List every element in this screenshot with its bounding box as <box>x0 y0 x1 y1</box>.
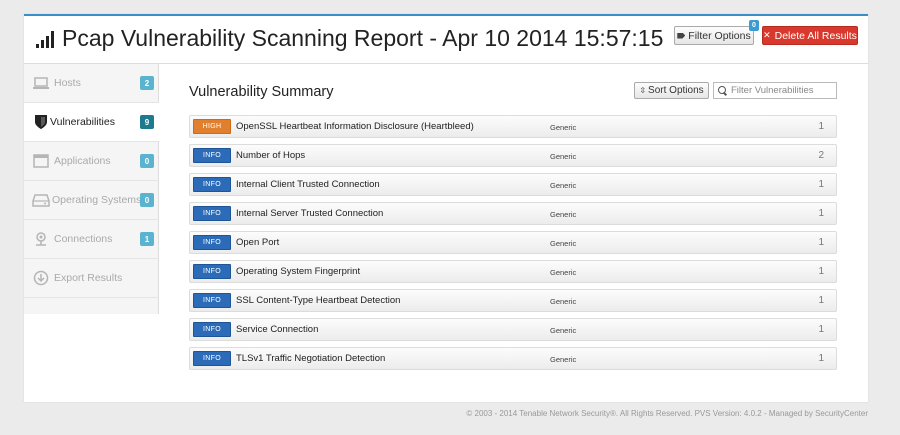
vulnerability-count: 1 <box>818 324 824 335</box>
sidebar-item-export-results[interactable]: Export Results <box>24 259 159 298</box>
sidebar-item-label: Hosts <box>54 77 81 89</box>
filter-options-label: Filter Options <box>688 29 751 42</box>
sidebar-item-hosts[interactable]: Hosts 2 <box>24 64 159 103</box>
vulnerability-row[interactable]: INFO Service Connection Generic 1 <box>189 318 837 341</box>
shield-icon <box>35 115 47 129</box>
vulnerability-row[interactable]: INFO Operating System Fingerprint Generi… <box>189 260 837 283</box>
vulnerability-count: 1 <box>818 121 824 132</box>
vulnerability-count: 1 <box>818 237 824 248</box>
vulnerability-family: Generic <box>550 123 577 132</box>
vulnerability-name: Service Connection <box>236 324 319 335</box>
vulnerability-count: 1 <box>818 266 824 277</box>
report-header: Pcap Vulnerability Scanning Report - Apr… <box>24 16 868 64</box>
vulnerability-count: 1 <box>818 295 824 306</box>
vulnerability-count: 1 <box>818 353 824 364</box>
severity-badge: INFO <box>193 148 231 163</box>
operating-systems-count-badge: 0 <box>140 193 154 207</box>
vulnerability-family: Generic <box>550 239 577 248</box>
vulnerability-row[interactable]: INFO Internal Client Trusted Connection … <box>189 173 837 196</box>
vulnerability-family: Generic <box>550 268 577 277</box>
vulnerability-family: Generic <box>550 152 577 161</box>
section-title: Vulnerability Summary <box>189 84 334 100</box>
filter-count-badge: 0 <box>749 20 759 31</box>
close-icon: ✕ <box>763 30 771 40</box>
sidebar-item-label: Connections <box>54 233 113 245</box>
vulnerability-name: Internal Client Trusted Connection <box>236 179 380 190</box>
vulnerability-family: Generic <box>550 210 577 219</box>
window-icon <box>33 154 49 168</box>
sidebar-item-label: Operating Systems <box>52 194 142 206</box>
sidebar-item-vulnerabilities[interactable]: Vulnerabilities 9 <box>24 103 160 142</box>
severity-badge: INFO <box>193 177 231 192</box>
vulnerability-name: TLSv1 Traffic Negotiation Detection <box>236 353 386 364</box>
laptop-icon <box>33 77 49 89</box>
connections-icon <box>36 232 46 246</box>
vulnerability-row[interactable]: INFO TLSv1 Traffic Negotiation Detection… <box>189 347 837 370</box>
vulnerability-name: Number of Hops <box>236 150 306 161</box>
footer-copyright: © 2003 - 2014 Tenable Network Security®.… <box>466 409 868 418</box>
sort-options-label: Sort Options <box>648 85 704 96</box>
vulnerability-name: Operating System Fingerprint <box>236 266 361 277</box>
severity-badge: INFO <box>193 264 231 279</box>
sort-icon: ⇳ <box>639 86 647 95</box>
signal-bars-icon <box>36 30 58 48</box>
connections-count-badge: 1 <box>140 232 154 246</box>
tag-icon <box>677 32 686 39</box>
report-panel: Pcap Vulnerability Scanning Report - Apr… <box>24 14 868 402</box>
severity-badge: INFO <box>193 322 231 337</box>
hosts-count-badge: 2 <box>140 76 154 90</box>
sidebar: Hosts 2 Vulnerabilities 9 Applications 0 <box>24 64 160 314</box>
sidebar-item-connections[interactable]: Connections 1 <box>24 220 159 259</box>
severity-badge: INFO <box>193 293 231 308</box>
vulnerability-row[interactable]: INFO Open Port Generic 1 <box>189 231 837 254</box>
vulnerability-count: 2 <box>818 150 824 161</box>
vulnerability-name: SSL Content-Type Heartbeat Detection <box>236 295 401 306</box>
vulnerability-family: Generic <box>550 181 577 190</box>
delete-all-results-button[interactable]: ✕ Delete All Results <box>762 26 858 45</box>
severity-badge: INFO <box>193 235 231 250</box>
vulnerability-family: Generic <box>550 326 577 335</box>
download-icon <box>33 270 49 286</box>
vulnerability-count: 1 <box>818 208 824 219</box>
vulnerability-family: Generic <box>550 355 577 364</box>
search-icon <box>718 86 727 95</box>
severity-badge: INFO <box>193 206 231 221</box>
sidebar-item-label: Applications <box>54 155 111 167</box>
vulnerability-row[interactable]: INFO Number of Hops Generic 2 <box>189 144 837 167</box>
sidebar-item-applications[interactable]: Applications 0 <box>24 142 159 181</box>
vulnerability-row[interactable]: HIGH OpenSSL Heartbeat Information Discl… <box>189 115 837 138</box>
sidebar-item-label: Export Results <box>54 272 123 284</box>
page-title: Pcap Vulnerability Scanning Report - Apr… <box>62 25 664 51</box>
sort-options-button[interactable]: ⇳ Sort Options <box>634 82 709 99</box>
delete-all-results-label: Delete All Results <box>774 29 857 42</box>
vulnerability-name: OpenSSL Heartbeat Information Disclosure… <box>236 121 474 132</box>
severity-badge: INFO <box>193 351 231 366</box>
vulnerability-count: 1 <box>818 179 824 190</box>
vulnerability-name: Internal Server Trusted Connection <box>236 208 384 219</box>
applications-count-badge: 0 <box>140 154 154 168</box>
sidebar-item-operating-systems[interactable]: Operating Systems 0 <box>24 181 159 220</box>
severity-badge: HIGH <box>193 119 231 134</box>
vulnerability-family: Generic <box>550 297 577 306</box>
search-input[interactable] <box>731 85 835 96</box>
vulnerabilities-count-badge: 9 <box>140 115 154 129</box>
vulnerability-name: Open Port <box>236 237 280 248</box>
vulnerability-row[interactable]: INFO Internal Server Trusted Connection … <box>189 202 837 225</box>
vulnerability-row[interactable]: INFO SSL Content-Type Heartbeat Detectio… <box>189 289 837 312</box>
filter-vulnerabilities-search[interactable] <box>713 82 837 99</box>
filter-options-button[interactable]: Filter Options <box>674 26 754 45</box>
sidebar-item-label: Vulnerabilities <box>50 116 115 128</box>
hard-drive-icon <box>32 194 50 207</box>
